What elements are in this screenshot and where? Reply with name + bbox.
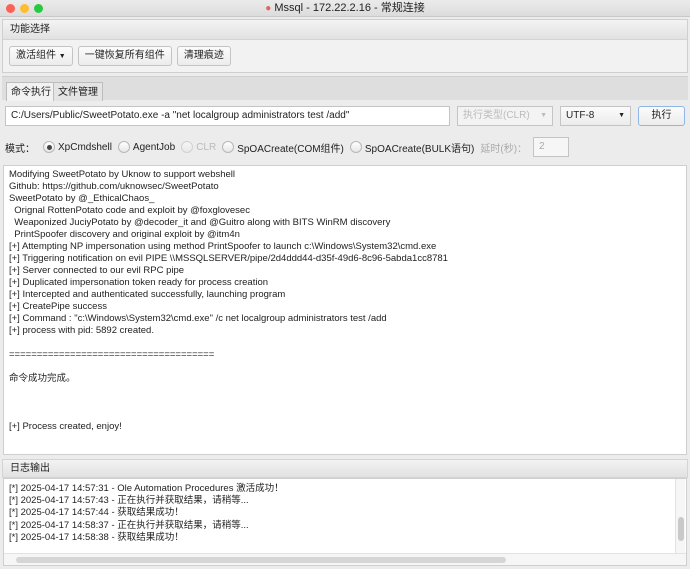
- execute-button[interactable]: 执行: [638, 106, 685, 126]
- activate-component-dropdown[interactable]: 激活组件 ▼: [9, 46, 73, 66]
- log-line: [*] 2025-04-17 14:57:43 - 正在执行并获取结果，请稍等.…: [9, 495, 249, 507]
- output-line: [+] Attempting NP impersonation using me…: [9, 241, 437, 252]
- log-horizontal-scrollbar[interactable]: [4, 553, 686, 565]
- function-panel-title: 功能选择: [3, 20, 687, 40]
- output-line: [+] Process created, enjoy!: [9, 421, 122, 432]
- mode-clr-radio[interactable]: CLR: [181, 141, 216, 153]
- mode-option-label: SpOACreate(COM组件): [237, 143, 344, 155]
- log-line: [*] 2025-04-17 14:57:31 - Ole Automation…: [9, 483, 284, 494]
- tab-command-exec[interactable]: 命令执行: [6, 82, 56, 101]
- mode-option-label: CLR: [196, 141, 217, 153]
- log-vertical-scrollbar[interactable]: [675, 479, 685, 553]
- output-line: Orignal RottenPotato code and exploit by…: [9, 205, 250, 216]
- output-line: Github: https://github.com/uknowsec/Swee…: [9, 181, 219, 192]
- exec-type-label: 执行类型(CLR): [463, 110, 530, 121]
- output-line: [+] Duplicated impersonation token ready…: [9, 277, 269, 288]
- output-line: PrintSpoofer discovery and original expl…: [9, 229, 240, 240]
- log-panel-title: 日志输出: [2, 459, 688, 478]
- output-line: [+] process with pid: 5892 created.: [9, 325, 154, 336]
- tab-bar: 命令执行 文件管理: [2, 76, 688, 101]
- mode-option-label: AgentJob: [132, 141, 176, 153]
- function-panel: 功能选择 激活组件 ▼ 一键恢复所有组件 清理痕迹: [2, 19, 688, 73]
- output-line: [+] Triggering notification on evil PIPE…: [9, 253, 448, 264]
- encoding-select[interactable]: UTF-8 ▼: [560, 106, 631, 126]
- mode-xpcmdshell-radio[interactable]: XpCmdshell: [43, 141, 112, 153]
- output-line: Modifying SweetPotato by Uknow to suppor…: [9, 169, 236, 180]
- close-window-button[interactable]: [6, 4, 15, 13]
- restore-all-button[interactable]: 一键恢复所有组件: [77, 46, 172, 66]
- output-line: [+] Intercepted and authenticated succes…: [9, 289, 286, 300]
- chevron-down-icon: ▼: [540, 112, 547, 119]
- log-line: [*] 2025-04-17 14:58:37 - 正在执行并获取结果，请稍等.…: [9, 519, 249, 531]
- output-line: SweetPotato by @_EthicalChaos_: [9, 193, 155, 204]
- tab-file-manager[interactable]: 文件管理: [53, 82, 103, 101]
- mode-spoacreate-bulk-radio[interactable]: SpOACreate(BULK语句): [349, 140, 475, 155]
- window-title: Mssql - 172.22.2.16 - 常规连接: [274, 2, 425, 14]
- log-output[interactable]: [*] 2025-04-17 14:57:31 - Ole Automation…: [3, 478, 687, 566]
- mode-agentjob-radio[interactable]: AgentJob: [117, 141, 176, 153]
- command-output[interactable]: Modifying SweetPotato by Uknow to suppor…: [3, 165, 687, 455]
- output-line: [+] Server connected to our evil RPC pip…: [9, 265, 185, 276]
- chevron-down-icon: ▼: [618, 112, 625, 119]
- output-line: =====================================: [9, 349, 215, 360]
- title-bar: ● Mssql - 172.22.2.16 - 常规连接: [0, 0, 690, 17]
- output-line: [+] CreatePipe success: [9, 301, 107, 312]
- mode-option-label: XpCmdshell: [58, 141, 112, 153]
- app-icon: ●: [265, 3, 272, 14]
- scrollbar-thumb[interactable]: [678, 517, 684, 541]
- clean-traces-button[interactable]: 清理痕迹: [176, 46, 231, 66]
- log-line: [*] 2025-04-17 14:58:38 - 获取结果成功！: [9, 531, 184, 543]
- mode-option-label: SpOACreate(BULK语句): [364, 143, 475, 155]
- exec-type-select[interactable]: 执行类型(CLR) ▼: [457, 106, 553, 126]
- delay-input[interactable]: 2: [533, 137, 570, 157]
- output-line: 命令成功完成。: [9, 373, 76, 384]
- encoding-label: UTF-8: [566, 110, 595, 121]
- mode-spoacreate-com-radio[interactable]: SpOACreate(COM组件): [222, 140, 344, 155]
- zoom-window-button[interactable]: [34, 4, 43, 13]
- command-input[interactable]: C:/Users/Public/SweetPotato.exe -a "net …: [5, 106, 450, 126]
- mode-row: 模式： XpCmdshell AgentJob CLR SpOACreate(C…: [5, 137, 570, 157]
- delay-label: 延时(秒)：: [480, 143, 528, 155]
- scrollbar-thumb[interactable]: [16, 557, 506, 563]
- log-line: [*] 2025-04-17 14:57:44 - 获取结果成功！: [9, 507, 184, 519]
- output-line: [+] Command : "c:\Windows\System32\cmd.e…: [9, 313, 387, 324]
- activate-label: 激活组件: [16, 50, 56, 61]
- output-line: Weaponized JuciyPotato by @decoder_it an…: [9, 217, 391, 228]
- chevron-down-icon: ▼: [58, 53, 66, 60]
- minimize-window-button[interactable]: [20, 4, 29, 13]
- mode-label: 模式：: [5, 143, 35, 155]
